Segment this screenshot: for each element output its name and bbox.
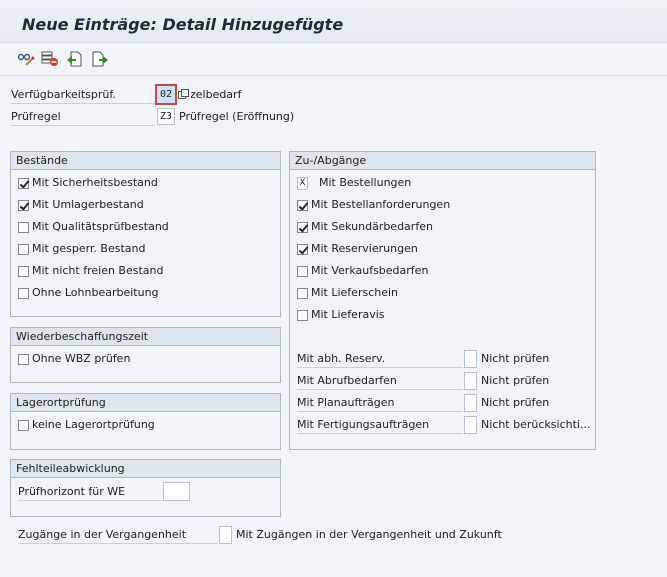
bestaende-group: Bestände Mit Sicherheitsbestand Mit Umla… [10, 151, 281, 317]
bestellanforderungen-label: Mit Bestellanforderungen [311, 198, 451, 211]
zu-abgaenge-title: Zu-/Abgänge [290, 152, 595, 170]
abrufbedarfe-value: Nicht prüfen [481, 374, 550, 387]
abh-reserv-value: Nicht prüfen [481, 352, 550, 365]
wbz-title: Wiederbeschaffungszeit [11, 328, 280, 346]
planauftraege-field[interactable] [464, 394, 477, 412]
reservierungen-label: Mit Reservierungen [311, 242, 418, 255]
ohne-wbz-label: Ohne WBZ prüfen [32, 352, 131, 365]
nicht-frei-bestand-label: Mit nicht freien Bestand [32, 264, 164, 277]
bestellungen-label: Mit Bestellungen [319, 176, 412, 189]
planauftraege-value: Nicht prüfen [481, 396, 550, 409]
sicherheitsbestand-checkbox[interactable] [18, 178, 29, 189]
lohnbearbeitung-label: Ohne Lohnbearbeitung [32, 286, 159, 299]
lieferschein-label: Mit Lieferschein [311, 286, 399, 299]
next-entry-icon[interactable] [91, 51, 109, 67]
zugaenge-desc: Mit Zugängen in der Vergangenheit und Zu… [236, 528, 502, 541]
fertigungsauftraege-value: Nicht berücksichti... [481, 418, 591, 431]
verkaufsbedarfe-label: Mit Verkaufsbedarfen [311, 264, 429, 277]
verfuegbarkeit-label: Verfügbarkeitsprüf. [11, 88, 155, 104]
sekundaerbedarfe-checkbox[interactable] [297, 222, 308, 233]
pruefregel-desc: Prüfregel (Eröffnung) [179, 110, 295, 123]
abh-reserv-label: Mit abh. Reserv. [297, 352, 463, 368]
pruefregel-field[interactable]: Z3 [157, 108, 175, 125]
qualitaetspruefbestand-checkbox[interactable] [18, 222, 29, 233]
lieferavis-checkbox[interactable] [297, 310, 308, 321]
umlagerbestand-label: Mit Umlagerbestand [32, 198, 144, 211]
verfuegbarkeit-desc: Einzelbedarf [191, 88, 251, 103]
wbz-group: Wiederbeschaffungszeit Ohne WBZ prüfen [10, 327, 281, 383]
page-title: Neue Einträge: Detail Hinzugefügte [22, 15, 344, 34]
gesperrt-bestand-checkbox[interactable] [18, 244, 29, 255]
zu-abgaenge-group: Zu-/Abgänge X Mit Bestellungen Mit Beste… [289, 151, 596, 450]
bestellanforderungen-checkbox[interactable] [297, 200, 308, 211]
toolbar [0, 43, 667, 76]
delete-row-icon[interactable] [41, 51, 59, 67]
qualitaetspruefbestand-label: Mit Qualitätsprüfbestand [32, 220, 169, 233]
pruefhorizont-field[interactable] [163, 482, 190, 501]
sekundaerbedarfe-label: Mit Sekundärbedarfen [311, 220, 433, 233]
planauftraege-label: Mit Planaufträgen [297, 396, 463, 412]
abrufbedarfe-field[interactable] [464, 372, 477, 390]
title-bar: Neue Einträge: Detail Hinzugefügte [0, 0, 667, 43]
fehlteile-title: Fehlteileabwicklung [11, 460, 280, 478]
lagerort-group: Lagerortprüfung keine Lagerortprüfung [10, 393, 281, 450]
previous-entry-icon[interactable] [66, 51, 84, 67]
umlagerbestand-checkbox[interactable] [18, 200, 29, 211]
verfuegbarkeit-desc-text: Einzelbedarf [191, 88, 242, 101]
bestaende-title: Bestände [11, 152, 280, 170]
reservierungen-checkbox[interactable] [297, 244, 308, 255]
fehlteile-group: Fehlteileabwicklung Prüfhorizont für WE [10, 459, 281, 517]
lohnbearbeitung-checkbox[interactable] [18, 288, 29, 299]
fertigungsauftraege-field[interactable] [464, 416, 477, 434]
verfuegbarkeit-field[interactable]: 02 [155, 84, 177, 105]
value-help-icon[interactable] [178, 89, 189, 100]
verkaufsbedarfe-checkbox[interactable] [297, 266, 308, 277]
sicherheitsbestand-label: Mit Sicherheitsbestand [32, 176, 158, 189]
gesperrt-bestand-label: Mit gesperr. Bestand [32, 242, 146, 255]
abh-reserv-field[interactable] [464, 350, 477, 368]
nicht-frei-bestand-checkbox[interactable] [18, 266, 29, 277]
abrufbedarfe-label: Mit Abrufbedarfen [297, 374, 463, 390]
lieferavis-label: Mit Lieferavis [311, 308, 385, 321]
bestellungen-field[interactable]: X [297, 177, 308, 190]
zugaenge-field[interactable] [219, 526, 232, 544]
lagerort-title: Lagerortprüfung [11, 394, 280, 412]
fertigungsauftraege-label: Mit Fertigungsaufträgen [297, 418, 463, 434]
keine-lagerortpruefung-label: keine Lagerortprüfung [32, 418, 155, 431]
glasses-edit-icon[interactable] [17, 51, 35, 67]
pruefregel-label: Prüfregel [11, 110, 155, 126]
zugaenge-label: Zugänge in der Vergangenheit [18, 528, 218, 544]
pruefhorizont-label: Prüfhorizont für WE [18, 485, 162, 501]
keine-lagerortpruefung-checkbox[interactable] [18, 420, 29, 431]
lieferschein-checkbox[interactable] [297, 288, 308, 299]
ohne-wbz-checkbox[interactable] [18, 354, 29, 365]
